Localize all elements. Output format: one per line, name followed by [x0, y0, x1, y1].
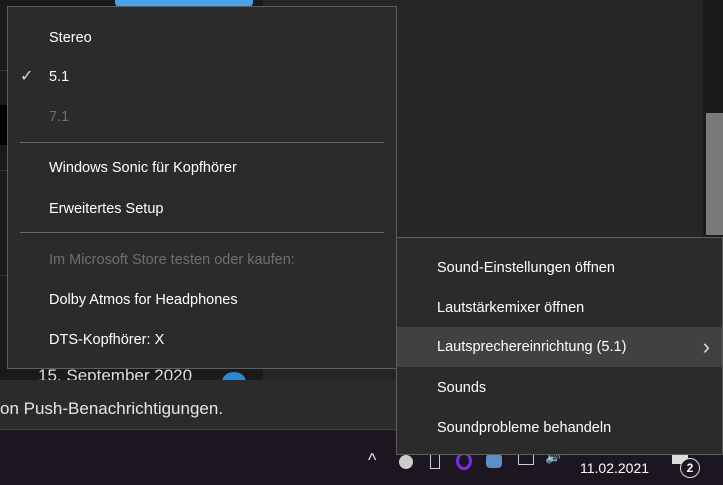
speaker-setup-submenu: Stereo ✓ 5.1 7.1 Windows Sonic für Kopfhö…	[7, 6, 397, 369]
menu-item-troubleshoot[interactable]: Soundprobleme behandeln	[397, 408, 722, 448]
menu-item-windows-sonic[interactable]: Windows Sonic für Kopfhörer	[8, 148, 396, 188]
menu-separator	[20, 142, 384, 143]
app-tray-icon[interactable]	[399, 455, 413, 469]
chevron-right-icon: ›	[702, 334, 710, 359]
sound-context-menu: Sound-Einstellungen öffnen Lautstärkemix…	[396, 237, 723, 455]
steam-icon[interactable]	[486, 454, 502, 468]
menu-item-sounds[interactable]: Sounds	[397, 368, 722, 408]
menu-item-dolby-atmos[interactable]: Dolby Atmos for Headphones	[8, 280, 396, 320]
menu-item-7-1: 7.1	[49, 109, 70, 125]
taskbar-date[interactable]: 11.02.2021	[580, 460, 649, 476]
menu-item-dts[interactable]: DTS-Kopfhörer: X	[8, 320, 396, 360]
menu-item-label: Lautsprechereinrichtung (5.1)	[437, 339, 627, 355]
menu-item-volume-mixer[interactable]: Lautstärkemixer öffnen	[397, 288, 722, 328]
menu-item-5-1[interactable]: ✓ 5.1	[8, 57, 396, 97]
menu-item-label: 5.1	[49, 69, 70, 85]
usb-device-icon[interactable]	[430, 453, 440, 469]
menu-item-speaker-setup[interactable]: Lautsprechereinrichtung (5.1) ›	[397, 327, 722, 367]
menu-section-store: Im Microsoft Store testen oder kaufen:	[49, 252, 295, 268]
menu-item-stereo[interactable]: Stereo	[8, 18, 396, 58]
scrollbar-thumb[interactable]	[706, 113, 723, 235]
menu-separator	[20, 232, 384, 233]
check-icon: ✓	[20, 68, 34, 85]
chevron-up-icon[interactable]: ^	[368, 450, 376, 471]
menu-item-advanced-setup[interactable]: Erweitertes Setup	[8, 189, 396, 229]
menu-item-sound-settings[interactable]: Sound-Einstellungen öffnen	[397, 248, 722, 288]
notification-count-badge[interactable]: 2	[680, 458, 700, 478]
notification-text: on Push-Benachrichtigungen.	[0, 399, 224, 418]
